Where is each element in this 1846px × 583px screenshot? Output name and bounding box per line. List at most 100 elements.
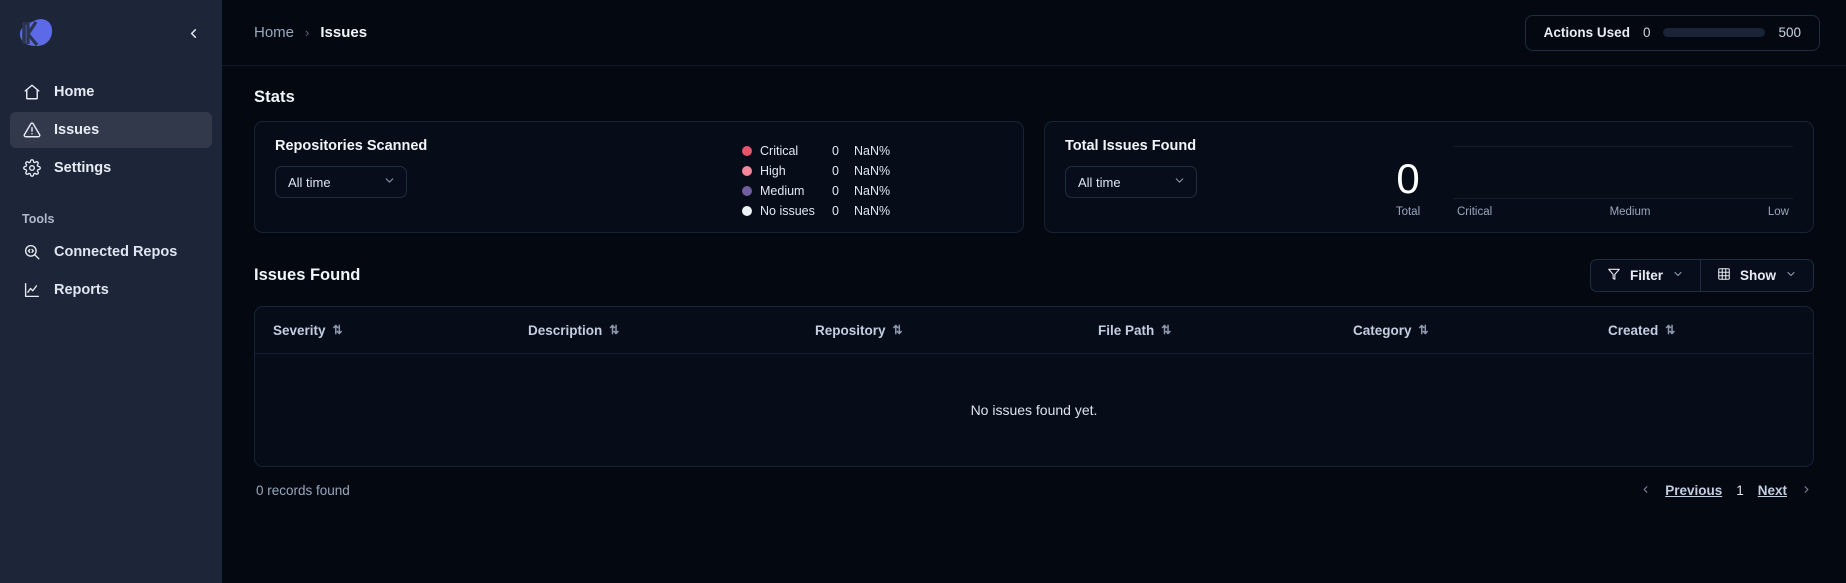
sidebar-item-reports[interactable]: Reports [10,272,212,308]
show-columns-button[interactable]: Show [1701,259,1814,292]
column-header-severity[interactable]: Severity ⇅ [273,323,528,338]
pagination-current-page: 1 [1736,483,1744,498]
bar-label-critical: Critical [1457,206,1492,218]
pagination-next[interactable]: Next [1758,483,1787,498]
warning-triangle-icon [22,121,41,140]
breadcrumb-home[interactable]: Home [254,24,294,41]
table-header-row: Severity ⇅ Description ⇅ Repository ⇅ Fi… [255,307,1813,354]
legend-percent: NaN% [854,184,890,198]
severity-dot-no-issues [742,206,752,216]
column-header-description[interactable]: Description ⇅ [528,323,815,338]
sort-icon: ⇅ [893,323,903,337]
total-value-block: 0 Total [1377,158,1439,218]
sidebar-item-label: Home [54,84,94,100]
column-label: Created [1608,323,1658,338]
sidebar-item-issues[interactable]: Issues [10,112,212,148]
legend-count: 0 [832,144,854,158]
column-label: Repository [815,323,886,338]
total-issues-found-card: Total Issues Found All time 0 Total [1044,121,1814,233]
actions-used-count: 0 [1643,25,1651,40]
legend-label: No issues [760,204,832,218]
sort-icon: ⇅ [1419,323,1429,337]
code-search-icon [22,243,41,262]
select-value: All time [288,175,331,190]
total-issues-chart: 0 Total Critical Medium Low [1345,138,1793,218]
chevron-down-icon [1785,268,1797,283]
total-timerange-select[interactable]: All time [1065,166,1197,198]
select-value: All time [1078,175,1121,190]
sidebar-item-connected-repos[interactable]: Connected Repos [10,234,212,270]
severity-legend: Critical 0 NaN% High 0 NaN% Medium [742,144,890,218]
chevron-down-icon [383,174,396,190]
legend-item: Critical 0 NaN% [742,144,890,158]
column-header-created[interactable]: Created ⇅ [1608,323,1795,338]
show-label: Show [1740,268,1776,283]
home-icon [22,83,41,102]
kloudbean-logo[interactable] [14,16,56,50]
chart-gridline [1453,198,1793,199]
total-issues-label: Total [1396,206,1420,218]
pagination: Previous 1 Next [1640,483,1812,498]
filter-label: Filter [1630,268,1663,283]
severity-bars-area: Critical Medium Low [1453,138,1793,218]
legend-percent: NaN% [854,144,890,158]
legend-label: Medium [760,184,832,198]
legend-count: 0 [832,164,854,178]
breadcrumb-separator-icon: › [305,25,309,40]
table-footer: 0 records found Previous 1 Next [254,467,1814,498]
card-title: Repositories Scanned [275,138,1003,154]
legend-item: High 0 NaN% [742,164,890,178]
legend-label: High [760,164,832,178]
actions-used-badge: Actions Used 0 500 [1525,15,1820,51]
sort-icon: ⇅ [333,323,343,337]
sort-icon: ⇅ [1161,323,1171,337]
breadcrumb: Home › Issues [254,24,367,41]
table-empty-state: No issues found yet. [255,354,1813,466]
filter-button[interactable]: Filter [1590,259,1701,292]
severity-dot-critical [742,146,752,156]
chart-icon [22,281,41,300]
legend-label: Critical [760,144,832,158]
sort-icon: ⇅ [1665,323,1675,337]
grid-icon [1717,267,1731,284]
column-label: Severity [273,323,326,338]
legend-item: No issues 0 NaN% [742,204,890,218]
sidebar-item-settings[interactable]: Settings [10,150,212,186]
chart-gridline [1453,146,1793,147]
repos-timerange-select[interactable]: All time [275,166,407,198]
sort-icon: ⇅ [609,323,619,337]
column-label: Category [1353,323,1412,338]
repositories-scanned-card: Repositories Scanned All time Critical 0… [254,121,1024,233]
logo-icon [14,16,56,50]
actions-used-limit: 500 [1778,25,1801,40]
chevron-down-icon [1672,268,1684,283]
breadcrumb-current: Issues [320,24,367,41]
stats-cards-row: Repositories Scanned All time Critical 0… [254,121,1814,233]
sidebar-item-home[interactable]: Home [10,74,212,110]
column-header-repository[interactable]: Repository ⇅ [815,323,1098,338]
severity-dot-medium [742,186,752,196]
legend-item: Medium 0 NaN% [742,184,890,198]
legend-percent: NaN% [854,204,890,218]
legend-percent: NaN% [854,164,890,178]
issues-found-header: Issues Found Filter [254,259,1814,292]
sidebar-section-tools: Tools [0,186,222,234]
legend-count: 0 [832,204,854,218]
column-header-file-path[interactable]: File Path ⇅ [1098,323,1353,338]
pagination-previous[interactable]: Previous [1665,483,1722,498]
gear-icon [22,159,41,178]
main-area: Home › Issues Actions Used 0 500 Stats R… [222,0,1846,583]
sidebar-item-label: Reports [54,282,109,298]
total-issues-value: 0 [1396,158,1419,200]
stats-heading: Stats [254,88,1814,107]
severity-dot-high [742,166,752,176]
sidebar-collapse-button[interactable] [180,20,206,46]
legend-count: 0 [832,184,854,198]
chevron-left-icon [186,26,201,41]
page-content: Stats Repositories Scanned All time [222,66,1846,583]
bar-label-low: Low [1768,206,1789,218]
column-header-category[interactable]: Category ⇅ [1353,323,1608,338]
sidebar-item-label: Settings [54,160,111,176]
app-root: Home Issues Settings Tools Co [0,0,1846,583]
issues-table: Severity ⇅ Description ⇅ Repository ⇅ Fi… [254,306,1814,467]
